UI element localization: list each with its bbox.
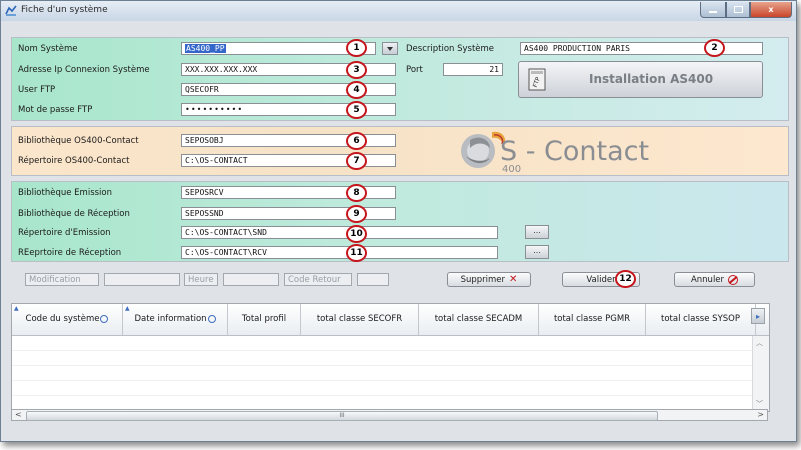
nom-systeme-label: Nom Système xyxy=(18,44,78,54)
marker-10: 10 xyxy=(346,225,367,243)
bib-reception-label: Bibliothèque de Réception xyxy=(18,209,130,219)
rep-emission-field[interactable]: C:\OS-CONTACT\SND xyxy=(181,226,498,239)
col-code-systeme-label: Code du système xyxy=(25,314,100,324)
col-pgmr-label: total classe PGMR xyxy=(553,314,631,324)
valider-label: Valider xyxy=(586,274,616,285)
annuler-label: Annuler xyxy=(690,274,725,285)
chevron-down-icon[interactable] xyxy=(382,42,398,55)
column-nav-button[interactable]: ▸ xyxy=(751,308,765,324)
marker-4: 4 xyxy=(346,81,367,99)
vertical-scrollbar[interactable]: ︿ ﹀ xyxy=(752,336,769,411)
col-total-profil-label: Total profil xyxy=(241,314,287,324)
col-date-information-label: Date information xyxy=(134,314,207,324)
table-row[interactable] xyxy=(12,381,752,396)
browse-reception-button[interactable]: ... xyxy=(525,245,549,259)
bib-oscontact-label: Bibliothèque OS400-Contact xyxy=(18,136,139,146)
cancel-icon xyxy=(728,274,739,285)
col-secofr[interactable]: total classe SECOFR xyxy=(301,304,419,335)
marker-6: 6 xyxy=(346,132,367,150)
supprimer-button[interactable]: Supprimer ✕ xyxy=(447,272,531,287)
close-button[interactable]: x xyxy=(750,2,792,18)
marker-12: 12 xyxy=(615,270,636,288)
app-icon xyxy=(5,5,17,16)
heure-label: Heure xyxy=(184,273,218,286)
marker-9: 9 xyxy=(346,205,367,223)
rep-reception-label: REeprtoire de Réception xyxy=(18,248,122,258)
grid-header: ▲ Code du système ▲ Date information Total… xyxy=(12,304,769,336)
col-code-systeme[interactable]: ▲ Code du système xyxy=(12,304,123,335)
installation-as400-button[interactable]: FTP Installation AS400 xyxy=(518,61,763,98)
maximize-button[interactable] xyxy=(726,2,750,18)
marker-2: 2 xyxy=(704,39,725,57)
scroll-down-icon[interactable]: ﹀ xyxy=(756,399,763,409)
marker-3: 3 xyxy=(346,61,367,79)
annuler-button[interactable]: Annuler xyxy=(674,272,755,287)
password-label: Mot de passe FTP xyxy=(18,105,93,115)
sort-icon: ▲ xyxy=(125,305,130,312)
browse-emission-button[interactable]: ... xyxy=(525,225,549,239)
col-sysop-label: total classe SYSOP xyxy=(661,314,740,324)
col-secofr-label: total classe SECOFR xyxy=(316,314,403,324)
scrollbar-thumb[interactable]: III xyxy=(26,411,658,421)
table-row[interactable] xyxy=(12,366,752,381)
logo-text: S - Contact xyxy=(500,136,649,167)
rep-reception-field[interactable]: C:\OS-CONTACT\RCV xyxy=(181,246,498,259)
supprimer-label: Supprimer xyxy=(460,274,506,285)
col-sysop[interactable]: total classe SYSOP xyxy=(646,304,756,335)
col-total-profil[interactable]: Total profil xyxy=(228,304,301,335)
search-icon[interactable] xyxy=(100,314,109,323)
code-retour-label: Code Retour xyxy=(284,273,352,286)
close-icon: x xyxy=(768,5,774,14)
port-field[interactable]: 21 xyxy=(443,63,503,76)
marker-7: 7 xyxy=(346,152,367,170)
sort-icon: ▲ xyxy=(14,305,19,312)
title-bar[interactable]: Fiche d'un système x xyxy=(1,1,796,21)
scroll-up-icon[interactable]: ︿ xyxy=(756,338,763,348)
os400-contact-logo: S - Contact 400 xyxy=(461,131,649,173)
col-date-information[interactable]: ▲ Date information xyxy=(123,304,228,335)
minimize-button[interactable] xyxy=(700,2,726,18)
installation-label: Installation AS400 xyxy=(589,72,714,86)
minimize-icon xyxy=(709,11,717,13)
code-retour-field xyxy=(357,273,389,286)
description-label: Description Système xyxy=(406,44,495,54)
scroll-right-icon[interactable]: > xyxy=(757,410,764,419)
logo-sub: 400 xyxy=(502,164,521,173)
col-pgmr[interactable]: total classe PGMR xyxy=(539,304,646,335)
marker-11: 11 xyxy=(346,244,367,262)
delete-x-icon: ✕ xyxy=(509,274,518,285)
modification-field xyxy=(104,273,180,286)
scroll-left-icon[interactable]: < xyxy=(15,410,22,419)
user-ftp-label: User FTP xyxy=(18,85,56,95)
marker-1: 1 xyxy=(346,39,367,57)
bib-emission-label: Bibliothèque Emission xyxy=(18,188,112,198)
search-icon[interactable] xyxy=(207,314,216,323)
rep-emission-label: Répertoire d'Emission xyxy=(18,228,111,238)
nom-systeme-value: AS400_PP xyxy=(185,44,226,53)
col-secadm[interactable]: total classe SECADM xyxy=(419,304,539,335)
chevron-right-icon: ▸ xyxy=(755,312,760,321)
table-row[interactable] xyxy=(12,336,752,351)
horizontal-scrollbar[interactable]: < III > xyxy=(11,409,768,421)
systems-grid[interactable]: ▲ Code du système ▲ Date information Total… xyxy=(11,303,770,412)
ip-label: Adresse Ip Connexion Système xyxy=(18,65,150,75)
window-title: Fiche d'un système xyxy=(21,5,108,15)
ftp-server-icon: FTP xyxy=(528,68,546,91)
window-controls: x xyxy=(700,2,792,18)
modification-label: Modification xyxy=(25,273,99,286)
port-label: Port xyxy=(406,65,423,75)
grid-body xyxy=(12,336,752,396)
main-window: Fiche d'un système x Nom Système AS400_P… xyxy=(0,0,797,442)
description-field[interactable]: AS400 PRODUCTION PARIS xyxy=(520,42,763,55)
marker-8: 8 xyxy=(346,184,367,202)
table-row[interactable] xyxy=(12,351,752,366)
col-secadm-label: total classe SECADM xyxy=(434,314,523,324)
heure-field xyxy=(223,273,279,286)
rep-oscontact-label: Répertoire OS400-Contact xyxy=(18,156,130,166)
marker-5: 5 xyxy=(346,101,367,119)
maximize-icon xyxy=(733,6,743,13)
